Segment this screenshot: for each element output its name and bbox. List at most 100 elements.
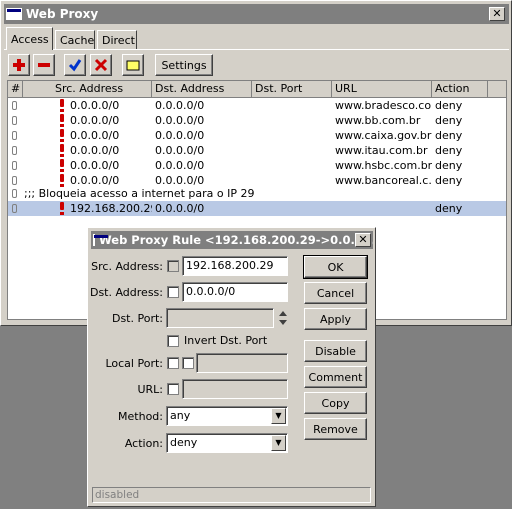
cell-dst: 0.0.0.0/0	[155, 202, 205, 215]
dropdown-arrow-icon[interactable]: ▼	[271, 408, 286, 424]
column-header-dst[interactable]: Dst. Address	[152, 81, 252, 98]
updown-icon[interactable]	[277, 309, 289, 327]
window-titlebar[interactable]: Web Proxy	[4, 4, 509, 24]
window-title: Web Proxy	[26, 7, 99, 21]
dialog-title: Web Proxy Rule <192.168.200.29->0.0.0...…	[99, 233, 373, 247]
column-header-filler	[488, 81, 506, 98]
local-port-checkbox[interactable]	[182, 357, 194, 369]
cell-dst: 0.0.0.0/0	[155, 99, 205, 112]
dropdown-arrow-icon[interactable]: ▼	[271, 435, 286, 451]
cancel-button[interactable]: Cancel	[304, 282, 367, 304]
cell-port	[255, 143, 332, 158]
dynamic-icon	[60, 202, 64, 215]
url-invert-checkbox[interactable]	[167, 383, 179, 395]
comment-button[interactable]	[122, 54, 144, 76]
window-icon	[6, 8, 22, 20]
action-select[interactable]: deny ▼	[166, 433, 288, 453]
column-header-src[interactable]: Src. Address	[23, 81, 152, 98]
status-bar: disabled	[92, 487, 371, 503]
dst-port-input[interactable]	[166, 308, 274, 328]
cell-dst: 0.0.0.0/0	[155, 129, 205, 142]
window-close-button[interactable]: ✕	[489, 7, 505, 21]
dst-port-label: Dst. Port:	[111, 312, 163, 325]
cell-src: 0.0.0.0/0	[70, 144, 120, 157]
cell-url	[335, 201, 432, 216]
enable-button[interactable]	[64, 54, 86, 76]
invert-dst-port-label: Invert Dst. Port	[184, 334, 268, 347]
dialog-titlebar[interactable]: Web Proxy Rule <192.168.200.29->0.0.0...…	[91, 231, 373, 249]
cell-port	[255, 98, 332, 113]
dynamic-icon	[60, 114, 64, 127]
cell-url: www.hsbc.com.br	[335, 159, 432, 172]
tab-direct[interactable]: Direct	[97, 30, 137, 50]
comment-text: ;;; Bloqueia acesso a internet para o IP…	[24, 187, 255, 200]
dialog-close-button[interactable]: ✕	[355, 233, 371, 247]
column-header-number[interactable]: #	[8, 81, 23, 98]
cell-port	[255, 201, 332, 216]
dst-address-input[interactable]: 0.0.0.0/0	[182, 282, 288, 302]
cell-dst: 0.0.0.0/0	[155, 159, 205, 172]
cell-src: 192.168.200.29	[70, 202, 152, 215]
row-marker	[12, 146, 17, 155]
dynamic-icon	[60, 129, 64, 142]
row-marker	[12, 101, 17, 110]
ok-button[interactable]: OK	[303, 255, 368, 279]
table-row[interactable]: 0.0.0.0/0 0.0.0.0/0 www.itau.com.br deny	[8, 143, 506, 158]
tab-cache[interactable]: Cache	[55, 30, 95, 50]
local-port-invert-checkbox[interactable]	[167, 357, 179, 369]
cell-dst: 0.0.0.0/0	[155, 114, 205, 127]
table-row-selected[interactable]: 192.168.200.29 0.0.0.0/0 deny	[8, 201, 506, 216]
disable-button[interactable]	[90, 54, 112, 76]
cell-action: deny	[435, 159, 463, 172]
invert-dst-port-checkbox[interactable]	[167, 335, 179, 347]
method-label: Method:	[118, 410, 163, 423]
row-marker	[12, 189, 17, 198]
cell-url: www.bradesco.co...	[335, 99, 432, 112]
column-header-url[interactable]: URL	[332, 81, 432, 98]
url-input[interactable]	[182, 379, 288, 399]
comment-row[interactable]: ;;; Bloqueia acesso a internet para o IP…	[8, 186, 506, 201]
remove-rule-button[interactable]: Remove	[304, 418, 367, 440]
row-marker	[12, 131, 17, 140]
row-marker	[12, 204, 17, 213]
row-marker	[12, 161, 17, 170]
comment-rule-button[interactable]: Comment	[304, 366, 367, 388]
x-icon	[94, 58, 108, 72]
table-row[interactable]: 0.0.0.0/0 0.0.0.0/0 www.bradesco.co... deny	[8, 98, 506, 113]
src-invert-checkbox[interactable]	[167, 260, 179, 272]
cell-action: deny	[435, 202, 463, 215]
local-port-input[interactable]	[196, 353, 288, 373]
table-row[interactable]: 0.0.0.0/0 0.0.0.0/0 www.bb.com.br deny	[8, 113, 506, 128]
table-row[interactable]: 0.0.0.0/0 0.0.0.0/0 www.hsbc.com.br deny	[8, 158, 506, 173]
apply-button[interactable]: Apply	[304, 308, 367, 330]
row-marker	[12, 116, 17, 125]
column-header-action[interactable]: Action	[432, 81, 488, 98]
dst-invert-checkbox[interactable]	[167, 286, 179, 298]
copy-button[interactable]: Copy	[304, 392, 367, 414]
web-proxy-rule-dialog: Web Proxy Rule <192.168.200.29->0.0.0...…	[87, 227, 376, 507]
local-port-label: Local Port:	[105, 357, 163, 370]
tab-access[interactable]: Access	[6, 27, 53, 50]
src-address-input[interactable]: 192.168.200.29	[182, 256, 288, 276]
dynamic-icon	[60, 144, 64, 157]
note-icon	[126, 60, 140, 71]
plus-icon	[13, 59, 25, 71]
cell-src: 0.0.0.0/0	[70, 129, 120, 142]
method-select[interactable]: any ▼	[166, 406, 288, 426]
column-header-port[interactable]: Dst. Port	[252, 81, 332, 98]
cell-dst: 0.0.0.0/0	[155, 144, 205, 157]
add-button[interactable]	[8, 54, 30, 76]
row-marker	[12, 176, 17, 185]
cell-src: 0.0.0.0/0	[70, 99, 120, 112]
cell-action: deny	[435, 99, 463, 112]
disable-rule-button[interactable]: Disable	[304, 340, 367, 362]
cell-src: 0.0.0.0/0	[70, 114, 120, 127]
dynamic-icon	[60, 99, 64, 112]
action-label: Action:	[124, 437, 163, 450]
settings-button[interactable]: Settings	[155, 54, 213, 76]
src-address-label: Src. Address:	[91, 260, 163, 273]
remove-button[interactable]	[33, 54, 55, 76]
cell-action: deny	[435, 144, 463, 157]
cell-url: www.bb.com.br	[335, 114, 421, 127]
table-row[interactable]: 0.0.0.0/0 0.0.0.0/0 www.caixa.gov.br deny	[8, 128, 506, 143]
